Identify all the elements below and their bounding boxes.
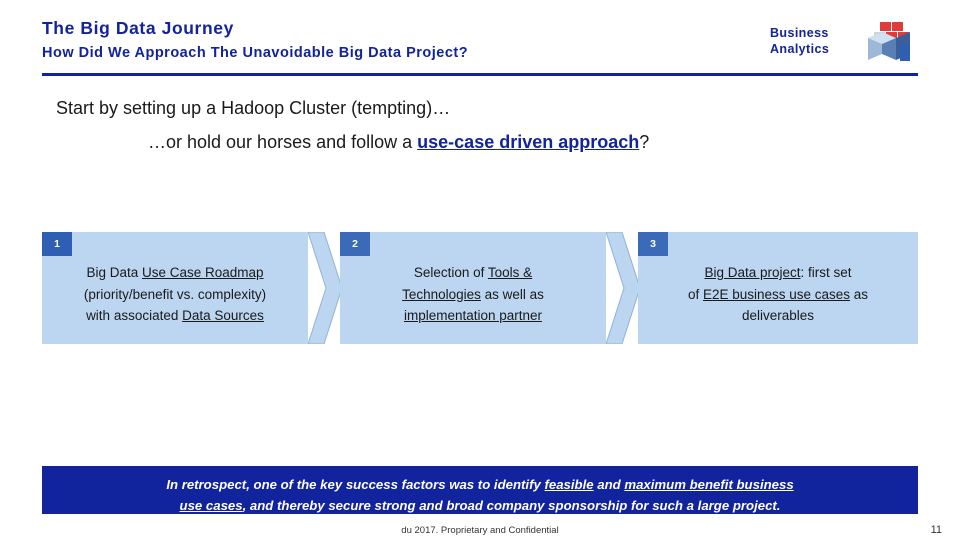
step-3-seg5: as [850, 286, 869, 302]
callout-seg4: maximum benefit business [624, 477, 794, 492]
step-text-3: Big Data project: first set of E2E busin… [646, 262, 910, 327]
step-1-seg5: Data Sources [182, 308, 264, 323]
callout-seg6: , and thereby secure strong and broad co… [242, 498, 781, 513]
step-3-seg4: E2E business use cases [702, 286, 851, 302]
intro-line-2-emphasis: use-case driven approach [417, 132, 640, 152]
step-text-2: Selection of Tools & Technologies as wel… [348, 262, 598, 327]
arrow-connector-2 [606, 232, 640, 344]
brand-line-2: Analytics [770, 42, 830, 56]
brand-line-1: Business [770, 26, 829, 40]
slide: The Big Data Journey How Did We Approach… [0, 0, 960, 540]
page-number: 11 [930, 524, 942, 536]
arrow-connector-1 [308, 232, 342, 344]
step-block-3: 3 Big Data project: first set of E2E bus… [638, 232, 918, 344]
cube-logo-icon [868, 22, 910, 61]
page-subtitle: How Did We Approach The Unavoidable Big … [42, 45, 469, 61]
footer-note: du 2017. Proprietary and Confidential [401, 525, 559, 536]
step-1-seg4: with associated [86, 308, 183, 323]
step-3-seg3: of [687, 286, 703, 302]
callout-seg5: use cases [179, 498, 243, 513]
step-3-seg2: : first set [800, 265, 852, 280]
step-2-seg5: implementation partner [403, 308, 543, 323]
intro-line-2: …or hold our horses and follow a use-cas… [148, 132, 649, 153]
step-badge-3: 3 [638, 232, 668, 256]
step-badge-2: 2 [340, 232, 370, 256]
intro-line-1: Start by setting up a Hadoop Cluster (te… [56, 98, 451, 118]
brand-logo: Business Analytics [770, 20, 918, 72]
callout-seg2: feasible [544, 477, 594, 492]
step-1-seg1: Big Data [86, 265, 142, 280]
step-text-1: Big Data Use Case Roadmap (priority/bene… [50, 262, 300, 327]
step-3-seg6: deliverables [741, 308, 815, 323]
brand-text: Business Analytics [770, 25, 829, 57]
step-2-seg3: Technologies [402, 286, 481, 302]
page-title: The Big Data Journey [42, 18, 234, 38]
step-block-2: 2 Selection of Tools & Technologies as w… [340, 232, 606, 344]
step-1-seg3: (priority/benefit vs. complexity) [83, 286, 267, 302]
header-divider [42, 73, 918, 76]
step-2-seg1: Selection of [413, 265, 488, 280]
callout-banner: In retrospect, one of the key success fa… [42, 466, 918, 514]
step-2-seg4: as well as [480, 286, 544, 302]
step-block-1: 1 Big Data Use Case Roadmap (priority/be… [42, 232, 308, 344]
step-1-seg2: Use Case Roadmap [141, 265, 264, 280]
intro-line-2-suffix: ? [639, 132, 650, 152]
callout-seg3: and [593, 477, 625, 492]
step-3-seg1: Big Data project [704, 265, 801, 280]
callout-seg1: In retrospect, one of the key success fa… [166, 477, 545, 492]
process-steps: 1 Big Data Use Case Roadmap (priority/be… [42, 232, 918, 344]
step-badge-1: 1 [42, 232, 72, 256]
step-2-seg2: Tools & [487, 265, 533, 280]
intro-line-2-prefix: …or hold our horses and follow a [148, 132, 418, 152]
